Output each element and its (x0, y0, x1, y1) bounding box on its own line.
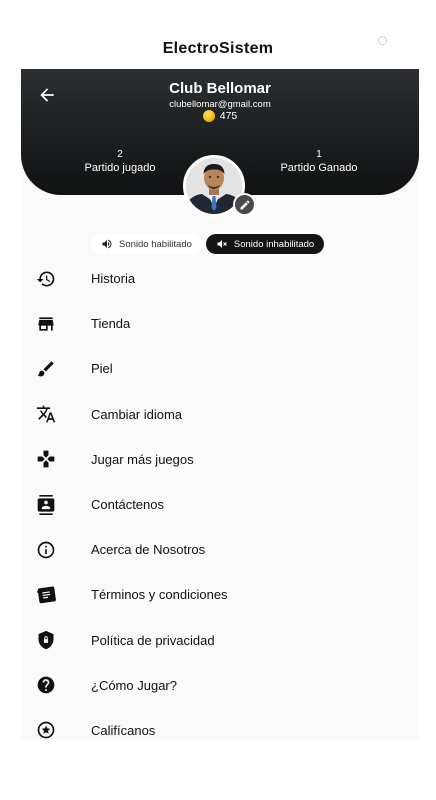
menu-label: Política de privacidad (91, 632, 215, 648)
menu-item-historia[interactable]: Historia (21, 256, 419, 301)
menu-item-jugar-mas-juegos[interactable]: Jugar más juegos (21, 437, 419, 482)
stat-won-label: Partido Ganado (280, 162, 358, 174)
profile-name: Club Bellomar (169, 80, 271, 97)
menu-item-tienda[interactable]: Tienda (21, 301, 419, 346)
edit-avatar-button[interactable] (233, 193, 256, 216)
profile-email: clubellomar@gmail.com (169, 99, 271, 110)
menu-label: Jugar más juegos (91, 451, 194, 467)
coin-balance: 475 (21, 110, 419, 122)
menu-item-como-jugar[interactable]: ¿Cómo Jugar? (21, 663, 419, 708)
menu-label: Contáctenos (91, 497, 164, 513)
coin-icon (202, 110, 215, 122)
menu-label: Tienda (91, 316, 131, 332)
avatar-container (183, 155, 256, 217)
menu-item-terminos[interactable]: Términos y condiciones (21, 572, 419, 617)
rate-star-icon (36, 720, 56, 740)
volume-up-icon (102, 239, 112, 249)
contacts-icon (36, 494, 56, 515)
menu-item-privacidad[interactable]: Política de privacidad (21, 618, 419, 663)
stat-won: 1 Partido Ganado (264, 149, 374, 174)
translate-icon (36, 404, 56, 424)
sound-enabled-label: Sonido habilitado (119, 238, 192, 250)
stat-played: 2 Partido jugado (65, 149, 175, 174)
stat-played-label: Partido jugado (84, 162, 156, 174)
store-icon (36, 314, 56, 334)
terms-icon (36, 585, 56, 605)
help-icon (36, 675, 56, 695)
menu-item-cambiar-idioma[interactable]: Cambiar idioma (21, 392, 419, 437)
profile-screen: Club Bellomar clubellomar@gmail.com 475 … (21, 69, 419, 740)
loading-spinner-icon (378, 36, 387, 45)
sound-enabled-option[interactable]: Sonido habilitado (91, 234, 202, 254)
pencil-icon (240, 199, 250, 209)
menu-label: ¿Cómo Jugar? (91, 677, 177, 693)
sound-disabled-option[interactable]: Sonido inhabilitado (205, 234, 325, 254)
menu-item-contactenos[interactable]: Contáctenos (21, 482, 419, 527)
privacy-shield-icon (36, 630, 56, 650)
menu-item-calificanos[interactable]: Califícanos (21, 708, 419, 740)
gamepad-icon (36, 449, 56, 469)
stat-played-value: 2 (117, 149, 123, 160)
profile-menu: Historia Tienda Piel Cambiar idioma Juga (21, 256, 419, 740)
volume-off-icon (217, 240, 227, 248)
history-icon (36, 269, 56, 289)
app-title: ElectroSistem (162, 40, 274, 57)
menu-item-piel[interactable]: Piel (21, 346, 419, 391)
sound-disabled-label: Sonido inhabilitado (233, 238, 315, 250)
menu-label: Cambiar idioma (91, 406, 183, 422)
menu-label: Historia (91, 271, 136, 287)
menu-label: Piel (91, 361, 113, 377)
menu-label: Acerca de Nosotros (91, 542, 206, 558)
coin-count: 475 (219, 110, 238, 122)
sound-toggle: Sonido habilitado Sonido inhabilitado (91, 234, 325, 254)
menu-label: Califícanos (91, 722, 156, 738)
brush-icon (36, 359, 56, 379)
menu-item-acerca-de-nosotros[interactable]: Acerca de Nosotros (21, 527, 419, 572)
stat-won-value: 1 (316, 149, 322, 160)
menu-label: Términos y condiciones (91, 587, 228, 603)
info-icon (36, 540, 56, 560)
